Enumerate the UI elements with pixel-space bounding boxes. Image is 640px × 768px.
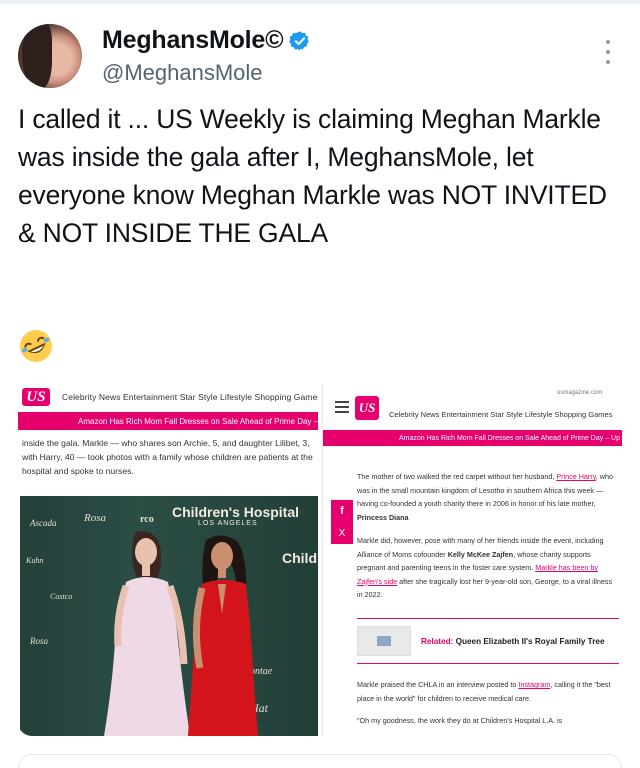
related-article: Related: Queen Elizabeth II's Royal Fami… — [357, 618, 619, 664]
sign-child: Child — [282, 550, 317, 566]
tweet-text: I called it ... US Weekly is claiming Me… — [18, 104, 607, 248]
article-paragraph-3: Markle praised the CHLA in an interview … — [357, 680, 611, 703]
promo-banner: Amazon Has Rich Mom Fall Dresses on Sale… — [18, 412, 318, 430]
hamburger-menu-icon — [335, 401, 349, 413]
site-url: usmagazine.com — [557, 390, 603, 396]
x-share-icon: X — [331, 522, 353, 544]
us-weekly-logo: US — [355, 396, 379, 420]
media-image-right[interactable]: usmagazine.com US Celebrity News Enterta… — [322, 384, 622, 736]
article-paragraph-2: Markle did, however, pose with many of h… — [357, 536, 613, 599]
rolling-laughing-emoji-icon — [20, 330, 52, 362]
tweet-media[interactable]: US Celebrity News Entertainment Star Sty… — [18, 384, 622, 736]
gala-photo: Ascada Rosa Kuhn Costco Rosa ontae Hat r… — [20, 496, 318, 736]
author-row: MeghansMole© — [102, 26, 311, 55]
user-handle[interactable]: @MeghansMole — [102, 60, 263, 86]
woman-red-dress — [188, 535, 258, 736]
top-divider — [0, 0, 640, 4]
media-image-left[interactable]: US Celebrity News Entertainment Star Sty… — [18, 384, 318, 736]
site-nav: Celebrity News Entertainment Star Style … — [62, 392, 318, 402]
related-label: Related: — [421, 636, 454, 646]
woman-white-dress — [104, 531, 190, 736]
more-options-icon[interactable] — [601, 40, 615, 64]
related-thumbnail — [357, 626, 411, 656]
article-paragraph-1: The mother of two walked the red carpet … — [357, 472, 613, 522]
promo-banner: Amazon Has Rich Mom Fall Dresses on Sale… — [323, 430, 622, 446]
article-paragraph: inside the gala. Markle — who shares son… — [22, 438, 313, 476]
site-nav: Celebrity News Entertainment Star Style … — [389, 410, 613, 419]
related-title: Queen Elizabeth II's Royal Family Tree — [455, 636, 605, 646]
facebook-share-icon: f — [331, 500, 353, 522]
reply-box[interactable] — [18, 754, 622, 768]
display-name[interactable]: MeghansMole© — [102, 26, 284, 55]
sign-title: Children's Hospital — [172, 504, 300, 520]
verified-badge-icon — [289, 30, 310, 51]
sign-subtitle: LOS ANGELES — [198, 520, 258, 527]
avatar[interactable] — [18, 24, 82, 88]
article-paragraph-4: "Oh my goodness, the work they do at Chi… — [357, 716, 563, 725]
us-weekly-logo: US — [22, 388, 50, 406]
